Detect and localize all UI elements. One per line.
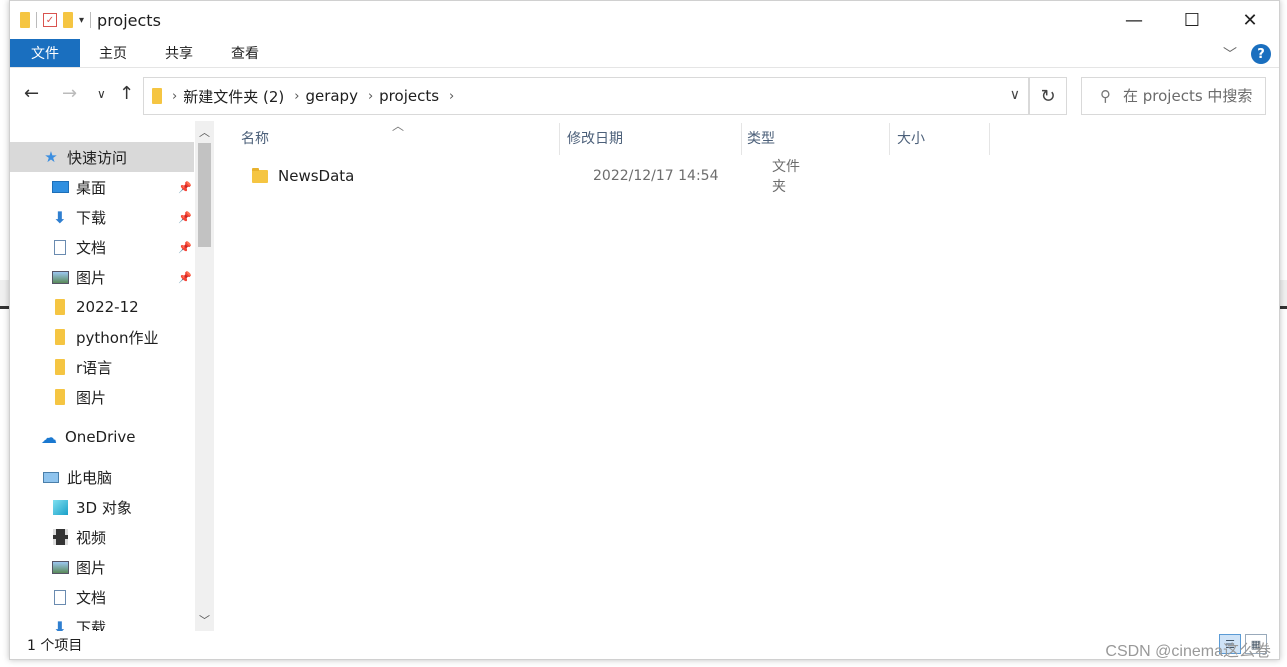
forward-arrow-icon[interactable]: → (62, 83, 77, 104)
search-input[interactable] (1123, 87, 1263, 105)
download-icon: ⬇ (53, 207, 67, 227)
watermark: CSDN @cinema这么卷 (1105, 643, 1271, 660)
file-explorer-window: ✓ ▾ projects — ☐ ✕ 文件 主页 共享 查看 ﹀ ? ← → ∨… (9, 0, 1280, 660)
computer-icon (42, 469, 60, 485)
address-row: ← → ∨ ↑ › 新建文件夹 (2) › gerapy › projects … (10, 75, 1279, 117)
document-icon (51, 589, 69, 605)
scrollbar-thumb[interactable] (198, 143, 211, 247)
picture-icon (51, 559, 69, 575)
quick-access-toolbar: ✓ ▾ (20, 12, 92, 28)
ribbon-tabs: 文件 主页 共享 查看 ﹀ ? (10, 39, 1279, 68)
column-header-type[interactable]: 类型 (737, 121, 887, 155)
nav-item-pc-pictures[interactable]: 图片 (10, 552, 194, 582)
file-name: NewsData (278, 167, 355, 185)
star-icon: ★ (44, 148, 58, 166)
pin-icon[interactable]: 📌 (178, 271, 192, 284)
file-modified: 2022/12/17 14:54 (593, 168, 719, 184)
chevron-right-icon[interactable]: › (294, 89, 299, 104)
table-row[interactable]: NewsData 2022/12/17 14:54 文件夹 (242, 159, 802, 195)
up-arrow-icon[interactable]: ↑ (119, 83, 134, 104)
column-header-name[interactable]: 名称 (231, 121, 559, 155)
nav-scrollbar[interactable]: ︿ ﹀ (195, 121, 214, 631)
title-bar: ✓ ▾ projects — ☐ ✕ (10, 1, 1279, 39)
chevron-right-icon[interactable]: › (172, 89, 177, 104)
nav-item-2022-12[interactable]: 2022-12 (10, 292, 194, 322)
window-controls: — ☐ ✕ (1105, 1, 1279, 39)
film-icon (51, 529, 69, 545)
search-icon: ⚲ (1100, 87, 1111, 105)
folder-icon (252, 167, 268, 183)
picture-icon (51, 269, 69, 285)
breadcrumb-gerapy[interactable]: gerapy (305, 87, 358, 105)
expand-ribbon-icon[interactable]: ﹀ (1223, 44, 1237, 64)
nav-item-pictures-folder[interactable]: 图片 (10, 382, 194, 412)
chevron-down-icon[interactable]: ﹀ (195, 611, 214, 629)
tab-file[interactable]: 文件 (10, 39, 80, 67)
document-icon (51, 239, 69, 255)
tab-share[interactable]: 共享 (146, 39, 212, 67)
new-folder-icon[interactable] (63, 12, 73, 28)
nav-item-pc-documents[interactable]: 文档 (10, 582, 194, 612)
pin-icon[interactable]: 📌 (178, 211, 192, 224)
folder-icon (20, 12, 30, 28)
navigation-pane: ★ 快速访问 桌面 📌 ⬇ 下载 📌 文档 📌 图片 📌 2022-12 pyt… (10, 121, 215, 631)
nav-item-pictures[interactable]: 图片 📌 (10, 262, 194, 292)
tab-home[interactable]: 主页 (80, 39, 146, 67)
tab-view[interactable]: 查看 (212, 39, 278, 67)
help-icon[interactable]: ? (1251, 44, 1271, 64)
nav-item-python[interactable]: python作业 (10, 322, 194, 352)
window-title: projects (97, 10, 161, 30)
recent-locations-icon[interactable]: ∨ (97, 87, 106, 101)
nav-quick-access[interactable]: ★ 快速访问 (10, 142, 194, 172)
nav-item-videos[interactable]: 视频 (10, 522, 194, 552)
desktop-icon (51, 179, 69, 195)
nav-item-r-language[interactable]: r语言 (10, 352, 194, 382)
properties-icon[interactable]: ✓ (43, 13, 57, 27)
folder-icon (51, 389, 69, 405)
cube-icon (51, 499, 69, 515)
address-bar[interactable]: › 新建文件夹 (2) › gerapy › projects › ∨ (143, 77, 1029, 115)
column-header-size[interactable]: 大小 (887, 121, 987, 155)
nav-item-pc-downloads[interactable]: ⬇ 下载 (10, 612, 194, 632)
chevron-right-icon[interactable]: › (368, 89, 373, 104)
pin-icon[interactable]: 📌 (178, 181, 192, 194)
folder-icon (51, 359, 69, 375)
status-bar: 1 个项目 ☰ ▦ (10, 631, 1279, 659)
back-arrow-icon[interactable]: ← (24, 83, 39, 104)
download-icon: ⬇ (53, 617, 67, 632)
chevron-right-icon[interactable]: › (449, 89, 454, 104)
maximize-button[interactable]: ☐ (1163, 1, 1221, 39)
column-header-modified[interactable]: 修改日期 (557, 121, 739, 155)
cloud-icon: ☁ (41, 427, 57, 447)
nav-this-pc[interactable]: 此电脑 (10, 462, 194, 492)
refresh-button[interactable]: ↻ (1029, 77, 1067, 115)
minimize-button[interactable]: — (1105, 1, 1163, 39)
chevron-down-icon[interactable]: ∨ (1010, 87, 1020, 103)
search-box[interactable]: ⚲ (1081, 77, 1266, 115)
item-count: 1 个项目 (27, 638, 83, 654)
chevron-up-icon[interactable]: ︿ (195, 123, 214, 141)
breadcrumb-new-folder[interactable]: 新建文件夹 (2) (183, 86, 284, 107)
file-type: 文件夹 (772, 159, 800, 195)
nav-item-3d-objects[interactable]: 3D 对象 (10, 492, 194, 522)
close-button[interactable]: ✕ (1221, 1, 1279, 39)
nav-item-documents[interactable]: 文档 📌 (10, 232, 194, 262)
file-list: ︿ 名称 修改日期 类型 大小 NewsData 2022/12/17 14:5… (216, 119, 1279, 631)
folder-icon (51, 299, 69, 315)
nav-item-downloads[interactable]: ⬇ 下载 📌 (10, 202, 194, 232)
breadcrumb-projects[interactable]: projects (379, 87, 439, 105)
refresh-icon: ↻ (1040, 85, 1056, 107)
pin-icon[interactable]: 📌 (178, 241, 192, 254)
customize-toolbar-icon[interactable]: ▾ (79, 15, 84, 26)
folder-icon (152, 88, 162, 104)
folder-icon (51, 329, 69, 345)
nav-onedrive[interactable]: ☁ OneDrive (10, 422, 194, 452)
nav-item-desktop[interactable]: 桌面 📌 (10, 172, 194, 202)
